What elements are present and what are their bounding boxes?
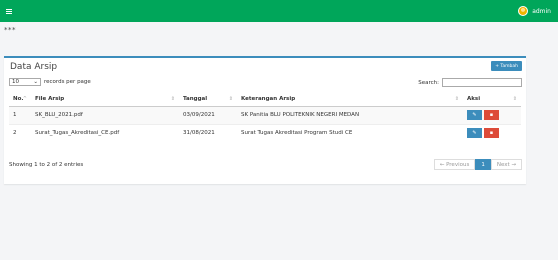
breadcrumb: *** bbox=[4, 26, 16, 34]
cell-keterangan: Surat Tugas Akreditasi Program Studi CE bbox=[237, 123, 463, 142]
trash-icon: ▪ bbox=[489, 130, 494, 137]
cell-aksi: ✎ ▪ bbox=[463, 105, 521, 124]
column-header-aksi[interactable]: Aksi ⇕ bbox=[463, 93, 521, 107]
table-info: Showing 1 to 2 of 2 entries bbox=[9, 162, 84, 168]
column-header-file[interactable]: File Arsip ⇕ bbox=[31, 93, 179, 107]
user-avatar-icon bbox=[518, 6, 529, 16]
sort-icon: ⇕ bbox=[454, 96, 459, 102]
column-header-label: Aksi bbox=[467, 96, 481, 103]
sort-icon: ⇕ bbox=[228, 96, 233, 102]
table-row: 1 SK_BLU_2021.pdf 03/09/2021 SK Panitia … bbox=[9, 105, 521, 124]
column-header-label: File Arsip bbox=[35, 96, 65, 103]
edit-button[interactable]: ✎ bbox=[467, 128, 482, 139]
add-button-label: + Tambah bbox=[495, 63, 518, 69]
pagination: ← Previous 1 Next → bbox=[433, 159, 522, 170]
user-name: admin bbox=[532, 7, 551, 15]
data-arsip-box: Data Arsip + Tambah 10 ⌄ records per pag… bbox=[4, 56, 526, 184]
cell-aksi: ✎ ▪ bbox=[463, 123, 521, 142]
edit-button[interactable]: ✎ bbox=[467, 110, 482, 120]
cell-tanggal: 03/09/2021 bbox=[179, 105, 237, 124]
chevron-down-icon: ⌄ bbox=[33, 79, 38, 85]
records-select[interactable]: 10 ⌄ bbox=[9, 78, 41, 86]
column-header-label: Keterangan Arsip bbox=[241, 96, 296, 103]
records-label: records per page bbox=[44, 79, 91, 85]
page-1-button[interactable]: 1 bbox=[475, 159, 491, 170]
search-area: Search: bbox=[418, 78, 522, 87]
edit-icon: ✎ bbox=[472, 130, 477, 137]
add-button[interactable]: + Tambah bbox=[491, 61, 522, 71]
records-per-page: 10 ⌄ records per page bbox=[9, 78, 91, 86]
next-page-button[interactable]: Next → bbox=[490, 159, 522, 170]
records-select-value: 10 bbox=[12, 79, 19, 85]
cell-no: 1 bbox=[9, 105, 31, 124]
user-menu[interactable]: admin bbox=[518, 6, 551, 16]
search-label: Search: bbox=[418, 79, 439, 86]
top-navbar: admin bbox=[0, 0, 558, 22]
cell-keterangan: SK Panitia BLU POLITEKNIK NEGERI MEDAN bbox=[237, 105, 463, 124]
cell-tanggal: 31/08/2021 bbox=[179, 123, 237, 142]
search-input[interactable] bbox=[442, 78, 522, 87]
sort-icon: ⇕ bbox=[170, 96, 175, 102]
arsip-table: No. ^ File Arsip ⇕ Tanggal ⇕ Keterangan … bbox=[9, 93, 521, 142]
delete-button[interactable]: ▪ bbox=[484, 128, 499, 139]
cell-no: 2 bbox=[9, 123, 31, 142]
box-title: Data Arsip bbox=[10, 62, 58, 72]
cell-file: SK_BLU_2021.pdf bbox=[31, 105, 179, 124]
cell-file: Surat_Tugas_Akreditasi_CE.pdf bbox=[31, 123, 179, 142]
delete-button[interactable]: ▪ bbox=[484, 110, 499, 120]
column-header-label: Tanggal bbox=[183, 96, 208, 103]
previous-page-button[interactable]: ← Previous bbox=[433, 159, 476, 170]
column-header-keterangan[interactable]: Keterangan Arsip ⇕ bbox=[237, 93, 463, 107]
table-row: 2 Surat_Tugas_Akreditasi_CE.pdf 31/08/20… bbox=[9, 123, 521, 142]
column-header-no[interactable]: No. ^ bbox=[9, 93, 31, 107]
sort-icon: ⇕ bbox=[512, 96, 517, 102]
trash-icon: ▪ bbox=[489, 112, 494, 118]
hamburger-icon[interactable] bbox=[6, 8, 12, 14]
edit-icon: ✎ bbox=[472, 112, 477, 118]
sort-icon: ^ bbox=[22, 96, 27, 102]
column-header-tanggal[interactable]: Tanggal ⇕ bbox=[179, 93, 237, 107]
